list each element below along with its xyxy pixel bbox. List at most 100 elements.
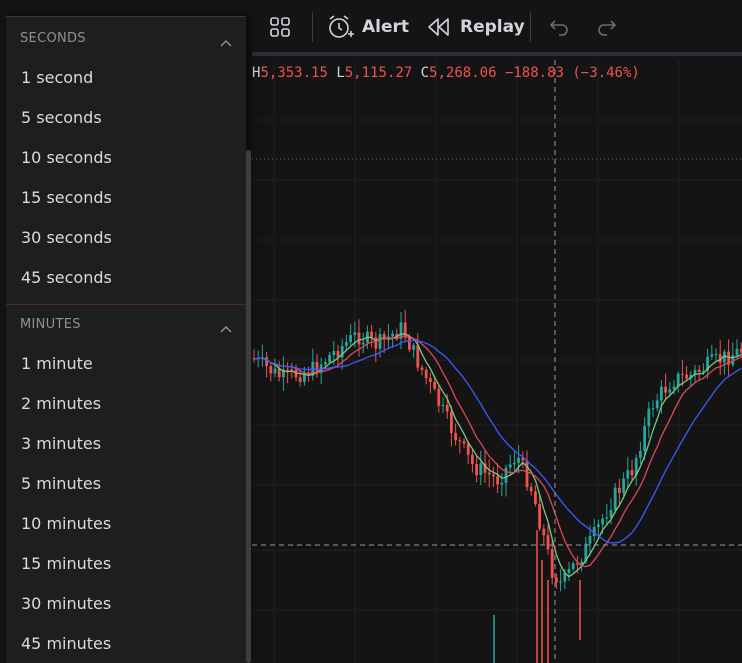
candle-body — [643, 426, 646, 452]
candle-body — [550, 549, 554, 578]
high-value: 5,353.15 — [260, 65, 328, 81]
close-label: C — [420, 65, 430, 81]
candle-body — [546, 535, 550, 550]
candle-body — [618, 487, 621, 493]
undo-icon — [548, 17, 570, 37]
candle-body — [420, 367, 424, 370]
interval-option[interactable]: 1 second — [6, 57, 246, 97]
redo-button[interactable] — [596, 8, 618, 46]
interval-option[interactable]: 10 minutes — [6, 503, 246, 543]
interval-option[interactable]: 5 seconds — [6, 97, 246, 137]
candle-body — [294, 369, 298, 378]
top-toolbar: Alert Replay — [252, 0, 742, 56]
interval-option-label: 30 seconds — [21, 227, 112, 247]
interval-option[interactable]: 10 seconds — [6, 137, 246, 177]
interval-option-label: 45 minutes — [21, 633, 112, 653]
price-chart[interactable] — [252, 60, 742, 663]
candle-body — [542, 528, 546, 536]
interval-option-label: 10 minutes — [21, 513, 112, 533]
candle-body — [466, 443, 470, 455]
candle-body — [697, 369, 701, 372]
candle-body — [500, 482, 504, 485]
candle-body — [462, 441, 466, 444]
interval-option-label: 15 seconds — [21, 187, 112, 207]
interval-option[interactable]: 30 seconds — [6, 217, 246, 257]
interval-option[interactable]: 45 seconds — [6, 257, 246, 297]
candle-body — [424, 369, 428, 379]
candle-body — [609, 510, 613, 518]
interval-option[interactable]: 30 minutes — [6, 583, 246, 623]
seconds-section-header[interactable]: SECONDS — [6, 20, 246, 56]
candle-body — [286, 369, 289, 371]
candle-body — [298, 377, 302, 382]
candle-body — [605, 517, 609, 519]
candle-body — [429, 378, 432, 382]
candle-body — [538, 504, 541, 529]
section-divider — [6, 304, 246, 305]
candle-body — [664, 386, 667, 393]
dropdown-scrollbar[interactable] — [246, 150, 251, 663]
candle-body — [660, 386, 663, 401]
candle-body — [714, 353, 718, 355]
candle-body — [622, 478, 625, 493]
candle-body — [626, 470, 630, 479]
candle-body — [265, 357, 268, 367]
interval-option[interactable]: 2 minutes — [6, 383, 246, 423]
minutes-header-label: MINUTES — [20, 316, 81, 332]
interval-option[interactable]: 3 minutes — [6, 423, 246, 463]
interval-option-label: 30 minutes — [21, 593, 112, 613]
candle-body — [525, 460, 529, 488]
candle-body — [492, 474, 495, 477]
undo-button[interactable] — [548, 8, 570, 46]
chevron-up-icon — [220, 32, 232, 51]
candle-body — [412, 345, 415, 350]
candle-body — [651, 408, 655, 410]
candle-body — [315, 361, 319, 373]
candle-body — [454, 433, 457, 441]
toolbar-divider — [312, 12, 313, 42]
alarm-clock-icon — [326, 13, 354, 41]
interval-option-label: 2 minutes — [21, 393, 102, 413]
ohlc-legend: H5,353.15 L5,115.27 C5,268.06 −188.83 (−… — [252, 65, 640, 81]
replay-button[interactable]: Replay — [426, 8, 525, 46]
candle-body — [349, 335, 352, 343]
candle-body — [534, 491, 537, 505]
candle-body — [601, 518, 604, 525]
candle-body — [370, 331, 373, 338]
chart-app: Alert Replay H5,353.15 L5,115.27 C5,268.… — [0, 0, 742, 663]
interval-option-label: 15 minutes — [21, 553, 112, 573]
moving-average-line — [253, 335, 742, 568]
interval-option[interactable]: 5 minutes — [6, 463, 246, 503]
interval-option[interactable]: 1 minute — [6, 343, 246, 383]
layout-grid-icon — [268, 15, 292, 39]
interval-option[interactable]: 45 minutes — [6, 623, 246, 663]
replay-rewind-icon — [426, 16, 452, 38]
candle-body — [731, 355, 735, 365]
candle-body — [588, 536, 592, 544]
interval-option[interactable]: 15 minutes — [6, 543, 246, 583]
candle-body — [647, 408, 651, 427]
candle-body — [508, 464, 512, 468]
candle-body — [269, 366, 273, 374]
candle-body — [655, 400, 659, 409]
candle-body — [504, 467, 508, 483]
candle-body — [458, 440, 462, 442]
candle-body — [441, 404, 445, 406]
candle-body — [277, 368, 281, 378]
alert-button[interactable]: Alert — [326, 8, 409, 46]
layout-button[interactable] — [268, 8, 292, 46]
interval-option-label: 45 seconds — [21, 267, 112, 287]
toolbar-divider — [530, 12, 531, 42]
minutes-section-header[interactable]: MINUTES — [6, 306, 246, 342]
seconds-header-label: SECONDS — [20, 30, 86, 46]
candle-body — [433, 381, 436, 389]
interval-option[interactable]: 15 seconds — [6, 177, 246, 217]
interval-option-label: 5 seconds — [21, 107, 102, 127]
interval-option-label: 3 minutes — [21, 433, 102, 453]
interval-option-label: 1 minute — [21, 353, 93, 373]
candle-body — [668, 389, 672, 393]
interval-option-label: 10 seconds — [21, 147, 112, 167]
chevron-up-icon — [220, 318, 232, 337]
low-label: L — [336, 65, 345, 81]
candle-body — [639, 451, 642, 458]
